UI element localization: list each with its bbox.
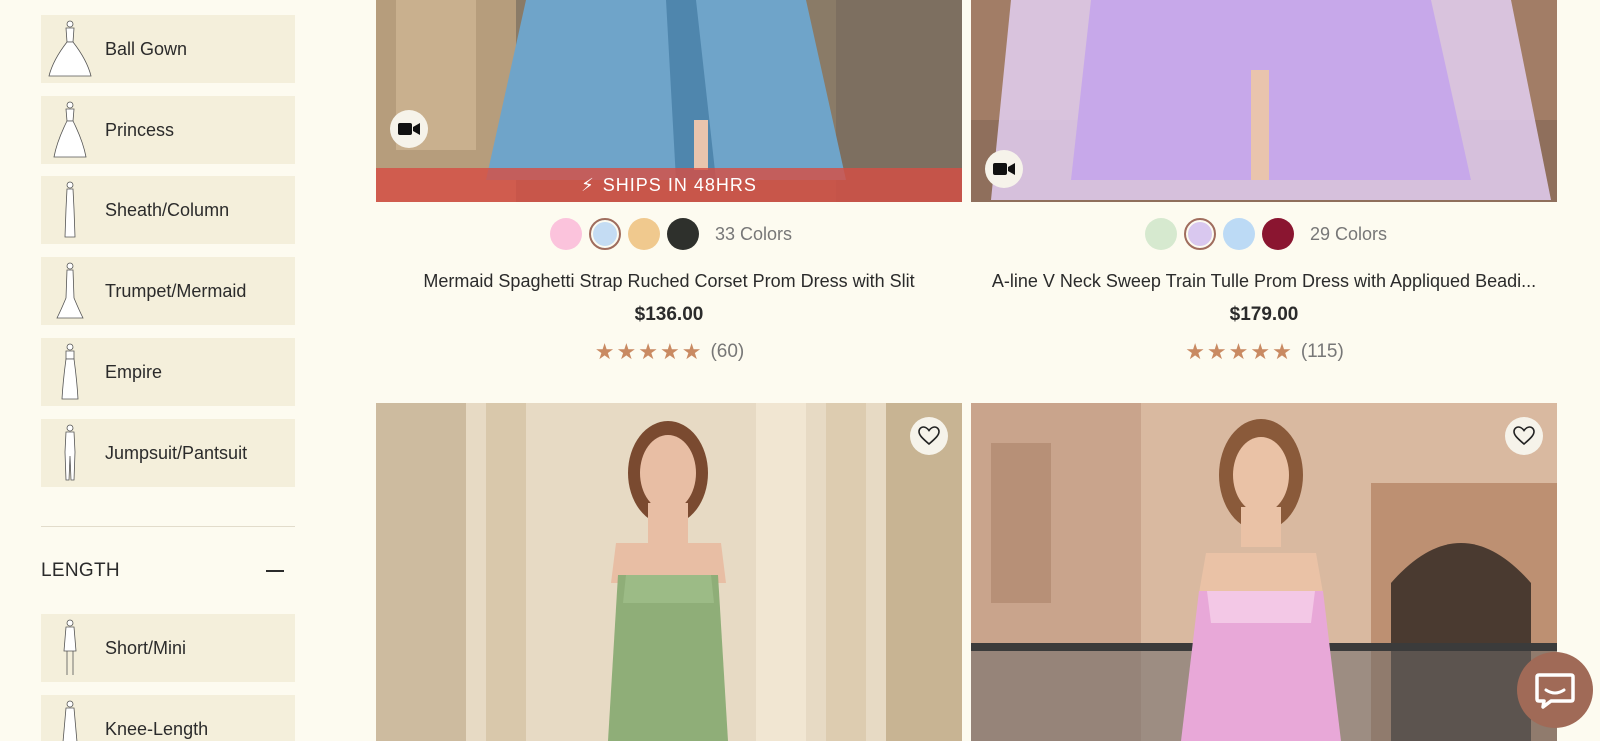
lightning-icon: ⚡ (581, 174, 595, 195)
product-photo (376, 403, 962, 741)
short-mini-icon (41, 614, 99, 682)
video-icon[interactable] (985, 150, 1023, 188)
color-swatch[interactable] (667, 218, 699, 250)
wishlist-heart-icon[interactable] (1505, 417, 1543, 455)
filter-short-mini[interactable]: Short/Mini (41, 614, 295, 682)
colors-count[interactable]: 29 Colors (1310, 224, 1387, 245)
video-icon[interactable] (390, 110, 428, 148)
knee-length-icon (41, 695, 99, 741)
star-icon: ★ (1228, 339, 1249, 364)
color-swatch[interactable] (1145, 218, 1177, 250)
section-divider (41, 526, 295, 527)
color-swatch[interactable] (1223, 218, 1255, 250)
colors-count[interactable]: 33 Colors (715, 224, 792, 245)
length-section-title: LENGTH (41, 560, 120, 581)
product-rating: ★ ★ ★ ★ ★ (115) (971, 341, 1557, 363)
product-price: $179.00 (1229, 304, 1299, 325)
filter-label: Empire (105, 361, 163, 382)
product-name[interactable]: Mermaid Spaghetti Strap Ruched Corset Pr… (376, 271, 962, 292)
color-swatches: 33 Colors (550, 218, 792, 250)
color-swatch[interactable] (628, 218, 660, 250)
product-rating: ★ ★ ★ ★ ★ (60) (376, 341, 962, 363)
color-swatch[interactable] (550, 218, 582, 250)
sheath-column-icon (41, 176, 99, 244)
star-icon: ★ (659, 339, 680, 364)
filter-label: Ball Gown (105, 38, 188, 59)
star-icon: ★ (594, 339, 615, 364)
star-icon: ★ (1206, 339, 1227, 364)
empire-icon (41, 338, 99, 406)
product-price: $136.00 (634, 304, 704, 325)
color-swatch[interactable] (589, 218, 621, 250)
filter-trumpet-mermaid[interactable]: Trumpet/Mermaid (41, 257, 295, 325)
color-swatch[interactable] (1184, 218, 1216, 250)
collapse-minus-icon[interactable] (266, 570, 284, 572)
filter-empire[interactable]: Empire (41, 338, 295, 406)
review-count[interactable]: (60) (710, 341, 744, 363)
ball-gown-icon (41, 15, 99, 83)
filter-label: Trumpet/Mermaid (105, 280, 247, 301)
filter-label: Jumpsuit/Pantsuit (105, 442, 248, 463)
star-icon: ★ (1250, 339, 1271, 364)
filter-sidebar: Ball Gown Princess Sheath/Column Trumpet… (41, 0, 295, 741)
product-photo (971, 403, 1557, 741)
ships-badge-text: SHIPS IN 48HRS (602, 174, 757, 195)
star-icon: ★ (616, 339, 637, 364)
star-icon: ★ (1185, 339, 1205, 364)
star-icon: ★ (638, 339, 658, 364)
product-image[interactable] (971, 403, 1557, 741)
color-swatches: 29 Colors (1145, 218, 1387, 250)
product-photo (971, 0, 1557, 202)
product-name[interactable]: A-line V Neck Sweep Train Tulle Prom Dre… (971, 271, 1557, 292)
jumpsuit-icon (41, 419, 99, 487)
ships-badge: ⚡ SHIPS IN 48HRS (376, 168, 962, 202)
filter-sheath-column[interactable]: Sheath/Column (41, 176, 295, 244)
filter-knee-length[interactable]: Knee-Length (41, 695, 295, 741)
filter-ball-gown[interactable]: Ball Gown (41, 15, 295, 83)
filter-jumpsuit-pantsuit[interactable]: Jumpsuit/Pantsuit (41, 419, 295, 487)
review-count[interactable]: (115) (1301, 341, 1344, 363)
trumpet-mermaid-icon (41, 257, 99, 325)
filter-label: Sheath/Column (105, 199, 230, 220)
product-image[interactable] (971, 0, 1557, 202)
star-icon: ★ (681, 339, 702, 364)
star-icon: ★ (1272, 339, 1292, 364)
filter-label: Knee-Length (105, 718, 209, 739)
chat-bubble-icon[interactable] (1517, 652, 1593, 728)
color-swatch[interactable] (1262, 218, 1294, 250)
wishlist-heart-icon[interactable] (910, 417, 948, 455)
filter-label: Short/Mini (105, 637, 187, 658)
princess-icon (41, 96, 99, 164)
length-section-header[interactable]: LENGTH (41, 556, 295, 586)
product-image[interactable]: ⚡ SHIPS IN 48HRS (376, 0, 962, 202)
filter-princess[interactable]: Princess (41, 96, 295, 164)
product-image[interactable] (376, 403, 962, 741)
filter-label: Princess (105, 119, 175, 140)
